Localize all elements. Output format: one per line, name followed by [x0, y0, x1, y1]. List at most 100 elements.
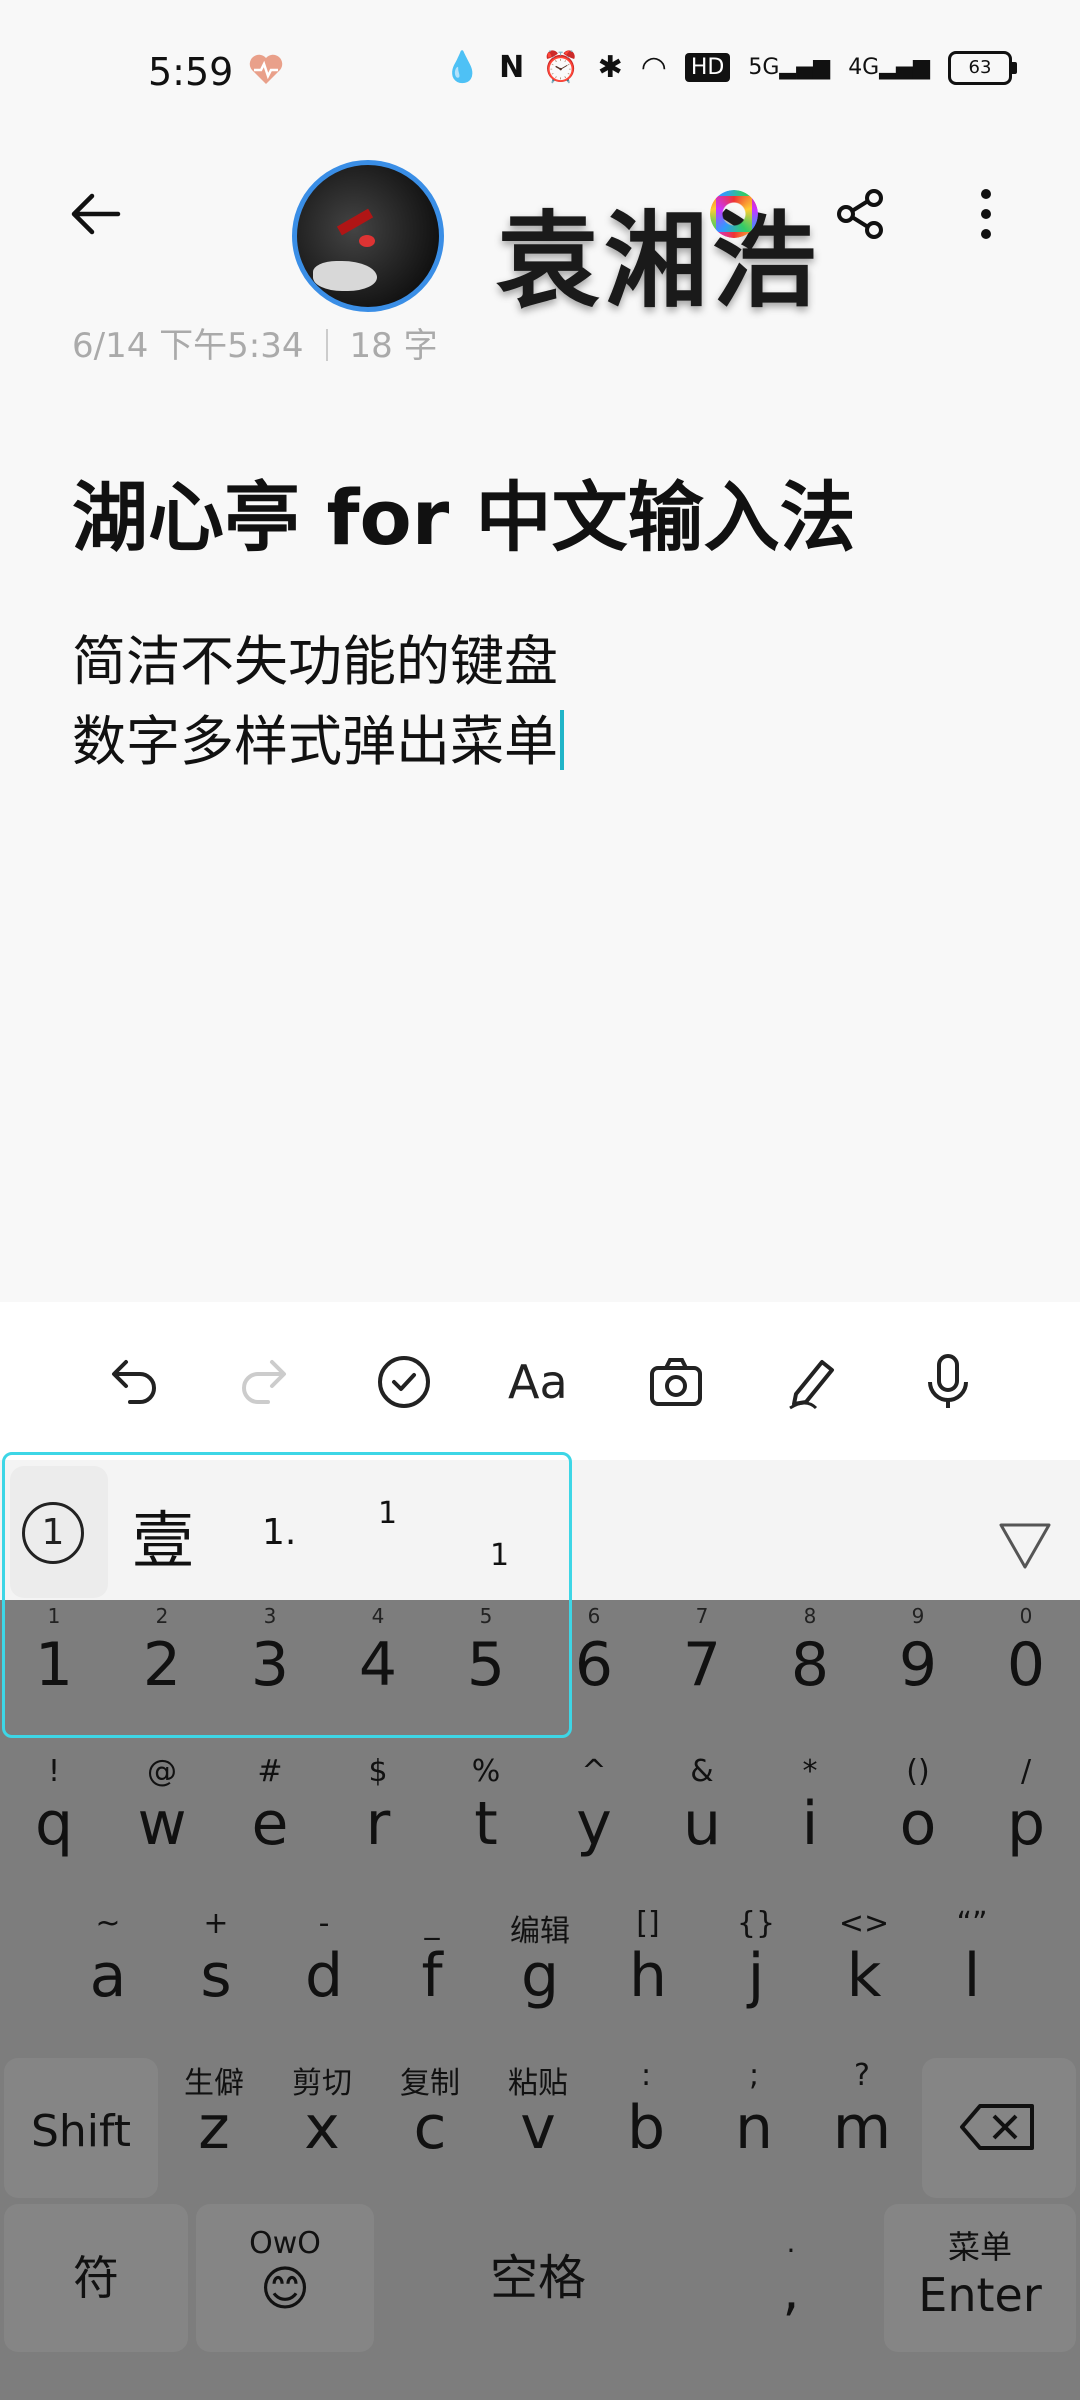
backspace-key[interactable] [922, 2058, 1076, 2198]
candidate-subscript[interactable]: 1 [490, 1538, 509, 1573]
key-x[interactable]: 剪切 x [268, 2058, 376, 2158]
note-title[interactable]: 湖心亭 for 中文输入法 [72, 456, 856, 566]
key-d[interactable]: -d [270, 1906, 378, 2006]
back-arrow-icon[interactable] [64, 182, 128, 246]
shift-key[interactable]: Shift [4, 2058, 158, 2198]
key-hint: <> [838, 1906, 890, 1941]
note-line-1: 简洁不失功能的键盘 [72, 630, 558, 693]
key-hint: ? [854, 2058, 870, 2093]
key-hint: / [1020, 1754, 1032, 1789]
key-h[interactable]: [] h [594, 1906, 702, 2006]
candidate-superscript[interactable]: 1 [378, 1496, 397, 1531]
key-v[interactable]: 粘贴 v [484, 2058, 592, 2158]
key-label: 0 [1006, 1630, 1046, 1700]
key-label: f [421, 1941, 443, 2011]
emoji-key[interactable]: OwO 😊 [196, 2204, 374, 2352]
key-e[interactable]: # e [216, 1754, 324, 1854]
key-label: 1 [34, 1630, 74, 1700]
key-z[interactable]: 生僻 z [160, 2058, 268, 2158]
symbols-key[interactable]: 符 [4, 2204, 188, 2352]
key-0[interactable]: 00 [972, 1604, 1080, 1698]
share-icon[interactable] [832, 186, 888, 242]
circled-one-glyph: 1 [22, 1502, 84, 1564]
key-g[interactable]: 编辑 g [486, 1906, 594, 2006]
key-2[interactable]: 22 [108, 1604, 216, 1698]
key-t[interactable]: % t [432, 1754, 540, 1854]
more-options-icon[interactable] [966, 184, 1006, 244]
key-label: m [832, 2093, 892, 2163]
candidate-dotted-number[interactable]: 1. [262, 1512, 296, 1553]
key-label: u [682, 1789, 722, 1859]
signal-5g-icon: 5G▂▄▆ [748, 55, 831, 80]
key-label: l [963, 1941, 981, 2011]
key-f[interactable]: _ f [378, 1906, 486, 2006]
key-a[interactable]: ~ a [54, 1906, 162, 2006]
key-hint: % [471, 1754, 501, 1789]
key-5[interactable]: 55 [432, 1604, 540, 1698]
key-r[interactable]: $ r [324, 1754, 432, 1854]
key-label: w [137, 1789, 187, 1859]
note-body[interactable]: 简洁不失功能的键盘 数字多样式弹出菜单 [72, 622, 564, 782]
note-date: 6/14 下午5:34 [72, 326, 304, 366]
note-line-2-text: 数字多样式弹出菜单 [72, 710, 558, 773]
key-q[interactable]: ! q [0, 1754, 108, 1854]
candidate-chinese-numeral[interactable]: 壹 [132, 1490, 194, 1580]
key-label: k [846, 1941, 882, 2011]
key-1[interactable]: 11 [0, 1604, 108, 1698]
status-icons: 💧 N ⏰ ✱ ◠ HD 5G▂▄▆ 4G▂▄▆ 63 [444, 50, 1017, 85]
microphone-icon[interactable] [912, 1346, 984, 1418]
enter-key[interactable]: 菜单 Enter [884, 2204, 1076, 2352]
key-7[interactable]: 77 [648, 1604, 756, 1698]
key-label: g [520, 1941, 560, 2011]
key-label: h [628, 1941, 668, 2011]
key-label: 5 [466, 1630, 506, 1700]
key-hint: # [257, 1754, 283, 1789]
text-format-icon[interactable]: Aa [504, 1346, 576, 1418]
comma-key[interactable]: . , [724, 2204, 858, 2352]
key-w[interactable]: @ w [108, 1754, 216, 1854]
key-hint: 4 [371, 1604, 385, 1628]
key-u[interactable]: & u [648, 1754, 756, 1854]
collapse-keyboard-icon[interactable] [998, 1522, 1052, 1570]
checklist-icon[interactable] [368, 1346, 440, 1418]
backspace-icon [960, 2104, 1034, 2150]
avatar [292, 160, 444, 312]
pen-icon[interactable] [776, 1346, 848, 1418]
enter-label: Enter [918, 2268, 1042, 2322]
key-j[interactable]: {} j [702, 1906, 810, 2006]
undo-icon[interactable] [96, 1346, 168, 1418]
key-y[interactable]: ^ y [540, 1754, 648, 1854]
key-9[interactable]: 99 [864, 1604, 972, 1698]
key-l[interactable]: “” l [918, 1906, 1026, 2006]
key-k[interactable]: <> k [810, 1906, 918, 2006]
key-hint: @ [147, 1754, 177, 1789]
camera-icon[interactable] [640, 1346, 712, 1418]
key-i[interactable]: * i [756, 1754, 864, 1854]
key-o[interactable]: () o [864, 1754, 972, 1854]
key-hint: 1 [47, 1604, 61, 1628]
key-4[interactable]: 44 [324, 1604, 432, 1698]
key-m[interactable]: ? m [808, 2058, 916, 2158]
key-hint: “” [956, 1906, 988, 1941]
space-key[interactable]: 空格 [378, 2204, 698, 2352]
key-hint: 8 [803, 1604, 817, 1628]
key-hint: ! [47, 1754, 61, 1789]
key-p[interactable]: / p [972, 1754, 1080, 1854]
key-s[interactable]: + s [162, 1906, 270, 2006]
nfc-icon: N [499, 50, 525, 85]
key-c[interactable]: 复制 c [376, 2058, 484, 2158]
circled-one-candidate[interactable]: 1 [10, 1466, 108, 1598]
loading-ring-icon [710, 190, 758, 238]
key-3[interactable]: 33 [216, 1604, 324, 1698]
key-b[interactable]: :b [592, 2058, 700, 2158]
redo-icon[interactable] [230, 1346, 302, 1418]
bluetooth-icon: ✱ [597, 50, 623, 85]
symbols-label: 符 [73, 2251, 119, 2305]
word-count: 18 字 [349, 326, 438, 366]
key-hint: * [802, 1754, 818, 1789]
key-label: j [747, 1941, 765, 2011]
key-label: o [899, 1789, 937, 1859]
key-8[interactable]: 88 [756, 1604, 864, 1698]
key-6[interactable]: 66 [540, 1604, 648, 1698]
key-n[interactable]: ; n [700, 2058, 808, 2158]
